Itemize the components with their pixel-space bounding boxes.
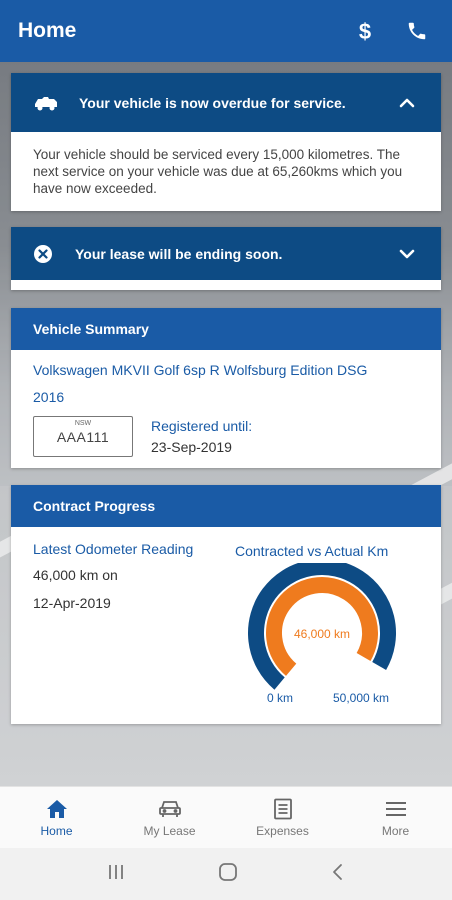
app-header: Home $ [0, 0, 452, 62]
nav-label-more: More [381, 824, 410, 838]
alert-title: Your lease will be ending soon. [75, 245, 283, 262]
service-alert-header[interactable]: Your vehicle is now overdue for service. [11, 73, 441, 132]
nav-item-expenses[interactable]: Expenses [226, 787, 339, 848]
system-navigation-bar [0, 848, 452, 900]
recent-apps-icon[interactable] [106, 863, 126, 886]
nav-item-more[interactable]: More [339, 787, 452, 848]
nav-label-home: Home [40, 824, 73, 838]
phone-icon[interactable] [400, 14, 434, 48]
vehicle-name-link[interactable]: Volkswagen MKVII Golf 6sp R Wolfsburg Ed… [33, 357, 419, 411]
chevron-down-icon[interactable] [395, 248, 419, 260]
nav-item-home[interactable]: Home [0, 787, 113, 848]
service-overdue-alert: Your vehicle is now overdue for service.… [11, 73, 441, 211]
gauge-max-label: 50,000 km [333, 691, 390, 705]
lease-ending-alert: Your lease will be ending soon. [11, 227, 441, 290]
odometer-label[interactable]: Latest Odometer Reading [33, 541, 193, 557]
odometer-value: 46,000 km on [33, 567, 118, 583]
menu-icon [385, 797, 407, 821]
nav-item-my-lease[interactable]: My Lease [113, 787, 226, 848]
chevron-up-icon[interactable] [395, 97, 419, 109]
back-icon[interactable] [330, 862, 346, 887]
alert-body-text: Your vehicle should be serviced every 15… [33, 147, 403, 196]
car-service-icon [33, 94, 79, 112]
page-title: Home [18, 19, 77, 42]
plate-number: AAA111 [56, 429, 110, 445]
svg-text:$: $ [359, 19, 371, 43]
vehicle-summary-heading: Vehicle Summary [11, 308, 441, 350]
vehicle-name-line1: Volkswagen MKVII Golf 6sp R Wolfsburg Ed… [33, 362, 368, 378]
nav-label-my-lease: My Lease [143, 824, 196, 838]
km-gauge: 46,000 km [247, 559, 397, 703]
bottom-navigation: Home My Lease Expenses More [0, 786, 452, 848]
registered-date: 23-Sep-2019 [151, 439, 232, 455]
document-icon [273, 797, 293, 821]
contract-progress-heading: Contract Progress [11, 485, 441, 527]
vehicle-name-line2: 2016 [33, 389, 65, 405]
odometer-date: 12-Apr-2019 [33, 595, 111, 611]
alert-title: Your vehicle is now overdue for service. [79, 94, 346, 111]
car-icon [158, 797, 182, 821]
gauge-min-label: 0 km [267, 691, 294, 705]
dollar-icon[interactable]: $ [348, 14, 382, 48]
registered-label: Registered until: [151, 418, 253, 434]
plate-state: NSW [74, 420, 92, 427]
gauge-title: Contracted vs Actual Km [235, 543, 389, 559]
lease-alert-header[interactable]: Your lease will be ending soon. [11, 227, 441, 280]
nav-label-expenses: Expenses [256, 824, 309, 838]
close-circle-icon [33, 244, 75, 264]
home-icon [46, 797, 68, 821]
home-circle-icon[interactable] [217, 861, 239, 888]
vehicle-summary-card: Vehicle Summary Volkswagen MKVII Golf 6s… [11, 308, 441, 468]
gauge-value-label: 46,000 km [293, 627, 351, 641]
contract-progress-card: Contract Progress Latest Odometer Readin… [11, 485, 441, 724]
number-plate: NSW AAA111 [33, 416, 133, 457]
